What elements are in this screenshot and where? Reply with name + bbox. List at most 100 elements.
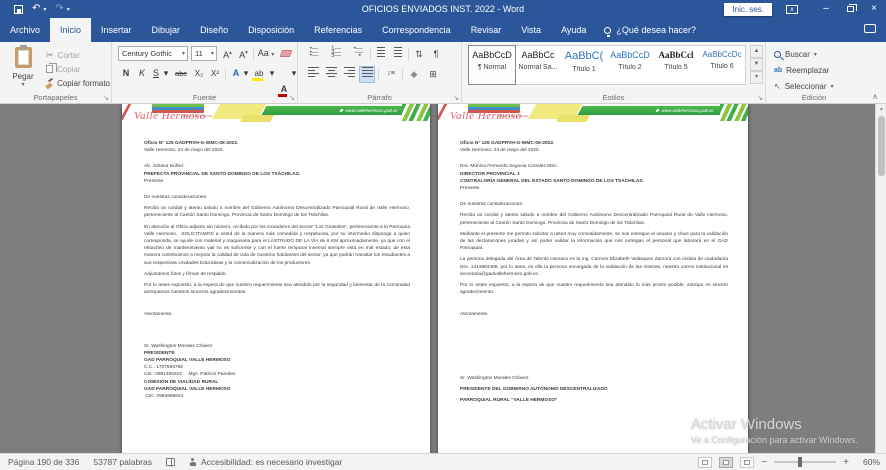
sign-in-button[interactable]: Inic. ses. [724, 3, 772, 16]
minimize-button[interactable]: – [814, 0, 838, 18]
zoom-in-button[interactable]: + [843, 457, 849, 468]
ribbon-tab[interactable]: Diseño [190, 18, 238, 42]
font-dialog-launcher-icon[interactable]: ↘ [289, 94, 295, 102]
show-paragraph-marks-button[interactable]: ¶ [430, 47, 442, 62]
restore-button[interactable] [838, 0, 862, 18]
grow-font-button[interactable]: A▴ [220, 46, 235, 62]
comments-icon[interactable] [864, 24, 876, 33]
ribbon-tab[interactable]: Insertar [91, 18, 142, 42]
highlight-caret-icon[interactable]: ▾ [268, 66, 276, 82]
underline-caret-icon[interactable]: ▾ [162, 66, 170, 82]
styles-scroll-down-icon[interactable]: ▼ [750, 58, 763, 71]
shading-button[interactable]: ◆ [406, 67, 422, 82]
tell-me-search[interactable]: ¿Qué desea hacer? [604, 18, 696, 42]
ribbon-tab[interactable]: Referencias [304, 18, 372, 42]
zoom-slider[interactable] [774, 461, 836, 463]
paste-button[interactable]: Pegar ▾ [5, 46, 41, 100]
font-name-combobox[interactable]: Century Gothic ▾ [118, 46, 188, 61]
highlight-color-button[interactable]: ab [252, 66, 266, 82]
document-page-2[interactable]: www.vallehermoso.gob.ec Valle Hermoso GA… [438, 104, 748, 453]
copy-button[interactable]: Copiar [46, 62, 110, 76]
increase-indent-button[interactable] [391, 47, 405, 62]
align-right-button[interactable] [342, 67, 356, 82]
proofing-status[interactable] [166, 458, 175, 466]
ribbon-tab[interactable]: Archivo [0, 18, 50, 42]
ribbon-tab[interactable]: Dibujar [142, 18, 191, 42]
shrink-font-button[interactable]: A▾ [236, 46, 251, 62]
collapse-ribbon-icon[interactable]: ∧ [872, 92, 878, 101]
paragraph-group: •— •— •— 1— 2— 3— •— ◦— ▪ ⇅ ¶ ↕≡ ◆ ⊞ [298, 42, 462, 104]
print-layout-button[interactable] [719, 457, 733, 468]
font-color-caret-icon[interactable]: ▾ [290, 66, 298, 82]
font-size-combobox[interactable]: 11 ▾ [191, 46, 217, 61]
styles-group-label: Estilos [462, 93, 765, 102]
close-button[interactable]: × [862, 0, 886, 18]
cut-button[interactable]: ✂ Cortar [46, 48, 110, 62]
clipboard-dialog-launcher-icon[interactable]: ↘ [103, 94, 109, 102]
ribbon-tab[interactable]: Vista [511, 18, 551, 42]
zoom-level[interactable]: 60% [856, 457, 880, 467]
superscript-button[interactable]: X² [208, 66, 222, 82]
zoom-out-button[interactable]: − [761, 457, 767, 468]
zoom-slider-thumb[interactable] [798, 457, 802, 467]
vertical-scrollbar[interactable]: ▲ [875, 104, 886, 453]
paragraph-dialog-launcher-icon[interactable]: ↘ [453, 94, 459, 102]
document-page-1[interactable]: www.vallehermoso.gob.ec Valle Hermoso GA… [122, 104, 430, 453]
multilevel-list-button[interactable]: •— ◦— ▪ [350, 47, 366, 62]
clear-formatting-button[interactable] [278, 46, 294, 62]
subscript-button[interactable]: X₂ [192, 66, 206, 82]
replace-button[interactable]: ab Reemplazar [774, 63, 829, 77]
accessibility-status[interactable]: Accesibilidad: es necesario investigar [189, 457, 342, 467]
ribbon-tab[interactable]: Revisar [461, 18, 512, 42]
document-line: GAD PARROQUIAL VALLE HERMOSO [144, 357, 410, 364]
borders-button[interactable]: ⊞ [425, 67, 441, 82]
change-case-button[interactable]: Aa ▾ [256, 46, 276, 62]
style-item[interactable]: AaBbC( Título 1 [561, 46, 607, 84]
numbering-button[interactable]: 1— 2— 3— [328, 47, 344, 62]
text-effects-caret-icon[interactable]: ▾ [242, 66, 250, 82]
italic-button[interactable]: K [136, 66, 148, 82]
style-item[interactable]: AaBbCcD Título 2 [607, 46, 653, 84]
strikethrough-button[interactable]: abc [172, 66, 190, 82]
document-line: Dra. Mónica Fernanda Segovia Corrales MS… [460, 163, 728, 170]
bullets-button[interactable]: •— •— •— [306, 47, 322, 62]
styles-dialog-launcher-icon[interactable]: ↘ [757, 94, 763, 102]
justify-button[interactable] [360, 67, 374, 82]
scroll-up-icon[interactable]: ▲ [876, 104, 886, 115]
find-button[interactable]: Buscar ▾ [774, 47, 817, 61]
style-item[interactable]: AaBbCcl Título 5 [653, 46, 699, 84]
select-button[interactable]: ↖ Seleccionar ▾ [774, 79, 834, 93]
sort-button[interactable]: ⇅ [412, 47, 426, 62]
style-item[interactable]: AaBbCc Normal Sa... [515, 46, 561, 84]
ribbon-tab[interactable]: Disposición [238, 18, 304, 42]
document-line: Atentamente, [144, 311, 410, 318]
text-effects-button[interactable]: A [230, 66, 242, 82]
scrollbar-thumb[interactable] [878, 116, 885, 176]
page-indicator[interactable]: Página 190 de 336 [8, 457, 79, 467]
style-item[interactable]: AaBbCcD ¶ Normal [469, 46, 515, 84]
document-line: La persona delegada del Área de Talento … [460, 256, 728, 278]
style-item[interactable]: AaBbCcDc Título 6 [699, 46, 745, 84]
underline-button[interactable]: S [150, 66, 162, 82]
font-name-caret-icon: ▾ [182, 48, 185, 61]
ribbon: Pegar ▾ ✂ Cortar Copiar Copiar formato P… [0, 42, 886, 104]
document-line: Sr. Washington Morales Chávez. [460, 375, 728, 382]
ribbon-tab[interactable]: Inicio [50, 18, 91, 42]
decrease-indent-button[interactable] [374, 47, 388, 62]
style-name: Título 6 [699, 63, 745, 70]
word-count[interactable]: 53787 palabras [93, 457, 152, 467]
styles-more-icon[interactable]: ▾ [750, 71, 763, 84]
style-preview: AaBbCc [515, 50, 561, 60]
align-center-button[interactable] [324, 67, 338, 82]
align-left-button[interactable] [306, 67, 320, 82]
ribbon-tab[interactable]: Correspondencia [372, 18, 461, 42]
web-layout-button[interactable] [740, 457, 754, 468]
document-line: Presente. [144, 178, 410, 185]
bold-button[interactable]: N [120, 66, 132, 82]
ribbon-tab[interactable]: Ayuda [551, 18, 596, 42]
ribbon-display-options-icon[interactable]: ∧ [786, 5, 798, 14]
read-mode-button[interactable] [698, 457, 712, 468]
format-painter-button[interactable]: Copiar formato [46, 76, 110, 90]
line-spacing-button[interactable]: ↕≡ [382, 67, 400, 82]
styles-scroll-up-icon[interactable]: ▲ [750, 45, 763, 58]
